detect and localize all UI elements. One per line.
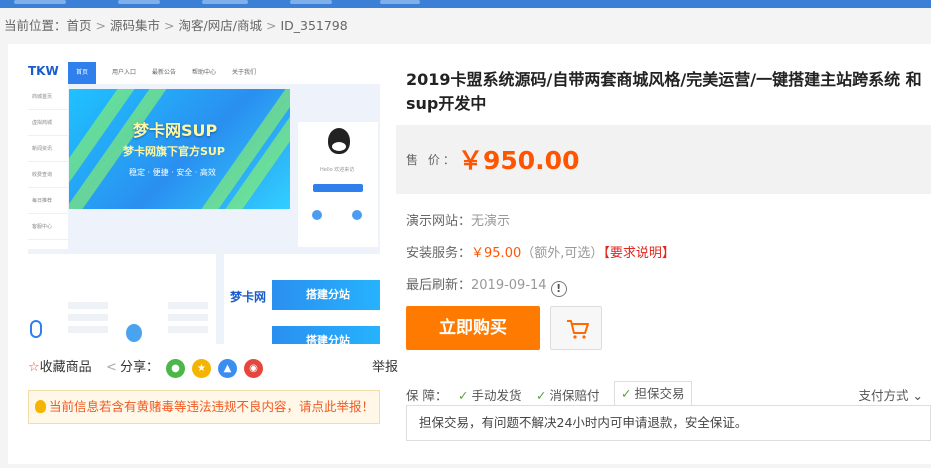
refresh-date: 2019-09-14 xyxy=(471,278,547,293)
screenshot-logo: TKW xyxy=(28,64,59,78)
top-nav-stub[interactable] xyxy=(290,0,332,4)
weibo-icon[interactable]: ◉ xyxy=(244,359,263,378)
screenshot-sidebar-item: 收费查询 xyxy=(28,162,68,188)
ad-text: 搭建分站 xyxy=(306,334,350,344)
screenshot-sidebar-item: 虚拟商城 xyxy=(28,110,68,136)
add-to-cart-button[interactable] xyxy=(550,306,602,350)
share-label: 分享： xyxy=(120,360,160,375)
product-actions: ☆收藏商品 < 分享： ● ★ ▲ ◉ 举报 xyxy=(28,358,398,378)
breadcrumb-source-market[interactable]: 源码集市 xyxy=(110,18,160,33)
qzone-icon[interactable]: ★ xyxy=(192,359,211,378)
price-value: ￥950.00 xyxy=(458,146,580,175)
screenshot-nav-item: 用户入口 xyxy=(112,69,137,76)
guarantee-bar: 保 障： ✓ 手动发货 ✓ 消保赔付 ✓ 担保交易 支付方式 ⌄ xyxy=(406,381,931,406)
check-icon: ✓ xyxy=(621,386,632,401)
report-link[interactable]: 举报 xyxy=(372,358,398,378)
panel-login-button xyxy=(313,184,363,192)
qq-avatar-icon xyxy=(328,128,350,154)
refresh-row: 最后刷新：2019-09-14! xyxy=(406,274,567,297)
check-icon: ✓ xyxy=(536,388,547,403)
cart-icon xyxy=(567,320,589,339)
screenshot-sidebar-item: 客服中心 xyxy=(28,214,68,240)
demo-label: 演示网站： xyxy=(406,214,472,229)
install-price: ￥95.00 xyxy=(471,246,522,261)
ad-text: 搭建分站 xyxy=(306,288,350,301)
panel-icon xyxy=(352,210,362,220)
screenshot-service-panel xyxy=(28,254,216,344)
star-icon: ☆ xyxy=(28,360,40,375)
screenshot-banner: 梦卡网SUP 梦卡网旗下官方SUP 稳定 · 便捷 · 安全 · 高效 xyxy=(69,89,290,209)
screenshot-ad-panel: 梦卡网 搭建分站 搭建分站 xyxy=(224,254,380,344)
breadcrumb-item-id: ID_351798 xyxy=(280,18,348,33)
wechat-icon[interactable]: ● xyxy=(166,359,185,378)
install-requirements-link[interactable]: 【要求说明】 xyxy=(603,246,675,261)
breadcrumb-prefix: 当前位置： xyxy=(4,18,67,33)
breadcrumb-separator: > xyxy=(95,18,107,33)
screenshot-login-panel: Hello 欢迎来访 xyxy=(298,122,378,247)
panel-hello: Hello 欢迎来访 xyxy=(320,167,355,173)
panel-icon xyxy=(312,210,322,220)
top-nav-stub[interactable] xyxy=(14,0,66,4)
product-screenshot[interactable]: TKW 首页 用户入口 最新公告 帮助中心 关于我们 商城首页 虚拟商城 新闻资… xyxy=(28,62,380,344)
demo-value: 无演示 xyxy=(471,214,511,229)
favorite-link[interactable]: ☆收藏商品 xyxy=(28,360,92,375)
share-icon: < xyxy=(106,360,117,375)
chevron-down-icon: ⌄ xyxy=(908,388,923,403)
ad-logo: 梦卡网 xyxy=(230,290,267,304)
top-nav-stub[interactable] xyxy=(380,0,420,4)
info-icon[interactable]: ! xyxy=(550,281,567,297)
screenshot-nav-item: 首页 xyxy=(68,62,97,84)
banner-subtitle: 梦卡网旗下官方SUP xyxy=(123,145,225,158)
banner-tags: 稳定 · 便捷 · 安全 · 高效 xyxy=(129,168,216,177)
install-label: 安装服务： xyxy=(406,246,472,261)
favorite-label: 收藏商品 xyxy=(39,360,92,375)
report-notice[interactable]: 当前信息若含有黄赌毒等违法违规不良内容，请点此举报！ xyxy=(28,390,380,424)
guarantee-tag-label: 担保交易 xyxy=(634,386,685,401)
banner-title: 梦卡网SUP xyxy=(133,121,218,140)
install-note: （额外,可选） xyxy=(521,246,604,261)
qq-penguin-icon xyxy=(126,324,142,342)
notice-text: 当前信息若含有黄赌毒等违法违规不良内容，请点此举报！ xyxy=(49,399,375,414)
payment-methods-dropdown[interactable]: 支付方式 ⌄ xyxy=(859,385,923,404)
refresh-label: 最后刷新： xyxy=(406,278,472,293)
guarantee-tag-compensation[interactable]: ✓ 消保赔付 xyxy=(536,385,600,404)
product-title: 2019卡盟系统源码/自带两套商城风格/完美运营/一键搭建主站跨系统 和sup开… xyxy=(406,70,922,113)
guarantee-tag-label: 消保赔付 xyxy=(549,388,600,403)
breadcrumb-separator: > xyxy=(164,18,175,33)
breadcrumb-separator: > xyxy=(265,18,277,33)
guarantee-tag-label: 手动发货 xyxy=(471,388,522,403)
breadcrumb-category[interactable]: 淘客/网店/商城 xyxy=(179,18,262,33)
screenshot-nav: TKW 首页 用户入口 最新公告 帮助中心 关于我们 xyxy=(28,62,380,84)
qq-icon[interactable]: ▲ xyxy=(218,359,237,378)
guarantee-label: 保 障： xyxy=(406,388,448,403)
install-row: 安装服务：￥95.00（额外,可选）【要求说明】 xyxy=(406,242,675,261)
price-box: 售 价： ￥950.00 xyxy=(396,125,931,194)
price-label: 售 价： xyxy=(406,153,458,167)
payment-methods-label: 支付方式 xyxy=(858,388,909,403)
top-nav-stub[interactable] xyxy=(202,0,248,4)
product-card: TKW 首页 用户入口 最新公告 帮助中心 关于我们 商城首页 虚拟商城 新闻资… xyxy=(8,44,931,464)
check-icon: ✓ xyxy=(458,388,469,403)
top-nav-stub[interactable] xyxy=(118,0,160,4)
screenshot-sidebar-item: 商城首页 xyxy=(28,84,68,110)
bulb-icon xyxy=(35,400,46,413)
screenshot-nav-item: 关于我们 xyxy=(232,69,257,76)
demo-row: 演示网站：无演示 xyxy=(406,210,510,229)
screenshot-sidebar-item: 新闻资讯 xyxy=(28,136,68,162)
guarantee-tag-escrow[interactable]: ✓ 担保交易 xyxy=(614,381,692,406)
guarantee-description: 担保交易，有问题不解决24小时内可申请退款，安全保证。 xyxy=(406,405,931,441)
screenshot-sidebar-item: 每日推荐 xyxy=(28,188,68,214)
phone-icon xyxy=(30,320,42,338)
top-nav-bar xyxy=(0,0,931,8)
buy-now-button[interactable]: 立即购买 xyxy=(406,306,540,350)
screenshot-nav-item: 最新公告 xyxy=(152,69,177,76)
guarantee-tag-manual-delivery[interactable]: ✓ 手动发货 xyxy=(458,385,522,404)
breadcrumb-home[interactable]: 首页 xyxy=(67,18,92,33)
screenshot-nav-item: 帮助中心 xyxy=(192,69,217,76)
breadcrumb: 当前位置：首页 > 源码集市 > 淘客/网店/商城 > ID_351798 xyxy=(4,16,348,36)
screenshot-sidebar: 商城首页 虚拟商城 新闻资讯 收费查询 每日推荐 客服中心 xyxy=(28,84,68,249)
